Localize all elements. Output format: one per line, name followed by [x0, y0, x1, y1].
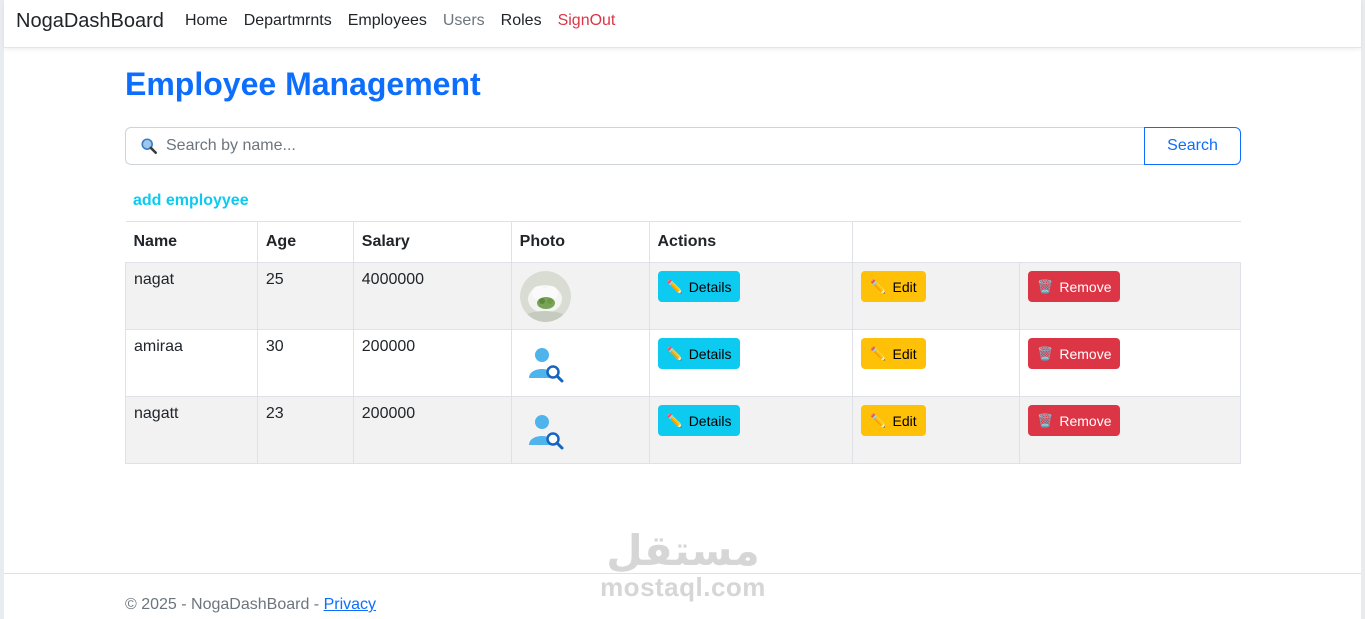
- footer: © 2025 - NogaDashBoard - Privacy: [4, 573, 1361, 619]
- top-navbar: NogaDashBoard Home Departmrnts Employees…: [4, 0, 1361, 48]
- cell-details: ✏️ Details: [648, 329, 854, 397]
- nav-roles[interactable]: Roles: [501, 12, 542, 30]
- header-age: Age: [256, 221, 354, 263]
- cell-name: nagat: [125, 262, 258, 330]
- details-label: Details: [688, 278, 732, 295]
- header-actions: Actions: [648, 221, 853, 263]
- table-row: nagat 25 4000000 ✏️ Details ✏️ Edit 🗑️ R…: [125, 262, 1241, 330]
- cell-edit: ✏️ Edit: [852, 396, 1021, 464]
- nav-links: Home Departmrnts Employees Users Roles S…: [185, 12, 631, 30]
- cell-age: 23: [256, 396, 354, 464]
- header-name: Name: [125, 221, 258, 263]
- search-box: [125, 127, 1144, 165]
- employee-photo[interactable]: [519, 271, 571, 322]
- pencil-icon: ✏️: [870, 412, 887, 428]
- cell-remove: 🗑️ Remove: [1019, 329, 1241, 397]
- nav-users[interactable]: Users: [443, 12, 485, 30]
- details-label: Details: [688, 345, 732, 362]
- cell-salary: 200000: [352, 329, 512, 397]
- details-button[interactable]: ✏️ Details: [657, 405, 741, 436]
- header-photo: Photo: [510, 221, 649, 263]
- default-user-icon[interactable]: [526, 411, 566, 451]
- pencil-icon: ✏️: [666, 345, 683, 361]
- privacy-link[interactable]: Privacy: [324, 596, 376, 613]
- remove-button[interactable]: 🗑️ Remove: [1028, 405, 1121, 436]
- header-empty: [1019, 221, 1241, 263]
- default-user-icon[interactable]: [526, 344, 566, 384]
- nav-departments[interactable]: Departmrnts: [244, 12, 332, 30]
- pencil-icon: ✏️: [870, 345, 887, 361]
- cell-edit: ✏️ Edit: [852, 262, 1021, 330]
- cell-age: 30: [256, 329, 354, 397]
- add-employee-link[interactable]: add employyee: [133, 192, 249, 210]
- edit-label: Edit: [892, 278, 917, 295]
- pencil-icon: ✏️: [666, 278, 683, 294]
- nav-signout[interactable]: SignOut: [558, 12, 616, 30]
- table-header-row: Name Age Salary Photo Actions: [125, 221, 1241, 263]
- edit-label: Edit: [892, 412, 917, 429]
- page-title: Employee Management: [125, 66, 481, 102]
- header-salary: Salary: [352, 221, 512, 263]
- trash-icon: 🗑️: [1037, 345, 1054, 361]
- table-row: amiraa 30 200000 ✏️ Details ✏️ Edit 🗑️ R…: [125, 329, 1241, 397]
- search-button[interactable]: Search: [1144, 127, 1241, 165]
- magnifier-icon: [141, 138, 158, 155]
- edit-label: Edit: [892, 345, 917, 362]
- copyright-text: © 2025 - NogaDashBoard -: [125, 596, 324, 613]
- table-row: nagatt 23 200000 ✏️ Details ✏️ Edit 🗑️ R…: [125, 396, 1241, 464]
- remove-label: Remove: [1059, 412, 1112, 429]
- header-empty: [852, 221, 1020, 263]
- edit-button[interactable]: ✏️ Edit: [861, 338, 926, 369]
- search-bar: Search: [125, 127, 1241, 165]
- footer-text: © 2025 - NogaDashBoard - Privacy: [125, 596, 376, 614]
- trash-icon: 🗑️: [1037, 278, 1054, 294]
- cell-salary: 200000: [352, 396, 512, 464]
- remove-label: Remove: [1059, 278, 1112, 295]
- details-button[interactable]: ✏️ Details: [657, 271, 741, 302]
- cell-remove: 🗑️ Remove: [1019, 396, 1241, 464]
- search-input[interactable]: [166, 137, 1120, 155]
- remove-button[interactable]: 🗑️ Remove: [1028, 271, 1121, 302]
- cell-name: nagatt: [125, 396, 258, 464]
- cell-photo: [510, 396, 650, 464]
- cell-details: ✏️ Details: [648, 262, 854, 330]
- cell-name: amiraa: [125, 329, 258, 397]
- pencil-icon: ✏️: [870, 278, 887, 294]
- cell-photo: [510, 262, 650, 330]
- nav-employees[interactable]: Employees: [348, 12, 427, 30]
- remove-button[interactable]: 🗑️ Remove: [1028, 338, 1121, 369]
- cell-salary: 4000000: [352, 262, 512, 330]
- employees-table: Name Age Salary Photo Actions nagat 25 4…: [125, 221, 1241, 464]
- remove-label: Remove: [1059, 345, 1112, 362]
- watermark-arabic: مستقل: [606, 526, 760, 575]
- cell-age: 25: [256, 262, 354, 330]
- cell-details: ✏️ Details: [648, 396, 854, 464]
- edit-button[interactable]: ✏️ Edit: [861, 405, 926, 436]
- cell-edit: ✏️ Edit: [852, 329, 1021, 397]
- brand-logo[interactable]: NogaDashBoard: [16, 10, 164, 33]
- edit-button[interactable]: ✏️ Edit: [861, 271, 926, 302]
- trash-icon: 🗑️: [1037, 412, 1054, 428]
- pencil-icon: ✏️: [666, 412, 683, 428]
- nav-home[interactable]: Home: [185, 12, 228, 30]
- details-button[interactable]: ✏️ Details: [657, 338, 741, 369]
- cell-remove: 🗑️ Remove: [1019, 262, 1241, 330]
- cell-photo: [510, 329, 650, 397]
- details-label: Details: [688, 412, 732, 429]
